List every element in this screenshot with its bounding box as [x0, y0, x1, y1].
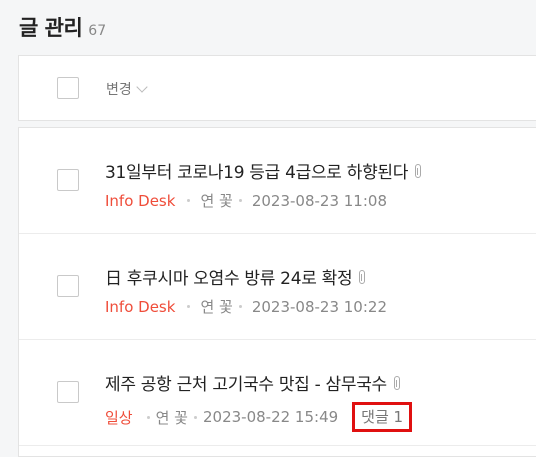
post-title: 日 후쿠시마 오염수 방류 24로 확정 [105, 269, 353, 289]
page-header: 글 관리 67 [19, 12, 106, 42]
separator-dot [146, 415, 150, 419]
post-title-link[interactable]: 日 후쿠시마 오염수 방류 24로 확정 [105, 264, 366, 289]
post-title-link[interactable]: 31일부터 코로나19 등급 4급으로 하향된다 [105, 158, 422, 183]
attachment-icon [393, 375, 400, 390]
post-checkbox[interactable] [57, 169, 79, 191]
post-list: 31일부터 코로나19 등급 4급으로 하향된다 Info Desk 연 꽃 2… [18, 127, 536, 457]
separator-dot [193, 415, 197, 419]
change-dropdown[interactable]: 변경 [106, 79, 148, 99]
page-title: 글 관리 [19, 16, 83, 40]
post-meta: Info Desk 연 꽃 2023-08-23 11:08 [105, 190, 387, 211]
post-count: 67 [88, 23, 107, 39]
attachment-icon [415, 163, 422, 178]
post-item: 日 후쿠시마 오염수 방류 24로 확정 Info Desk 연 꽃 2023-… [19, 234, 536, 340]
toolbar: 변경 [18, 55, 536, 121]
comment-count-link[interactable]: 댓글 1 [352, 402, 413, 432]
post-category[interactable]: Info Desk [105, 298, 175, 316]
post-author: 연 꽃 [155, 408, 188, 427]
attachment-icon [359, 269, 366, 284]
post-meta: Info Desk 연 꽃 2023-08-23 10:22 [105, 296, 387, 317]
post-item: 제주 공항 근처 고기국수 맛집 - 삼무국수 일상 연 꽃 2023-08-2… [19, 340, 536, 446]
post-datetime: 2023-08-23 11:08 [251, 191, 387, 210]
post-checkbox[interactable] [57, 275, 79, 297]
post-title-link[interactable]: 제주 공항 근처 고기국수 맛집 - 삼무국수 [105, 370, 400, 395]
post-author: 연 꽃 [200, 192, 233, 210]
separator-dot [238, 199, 242, 202]
select-all-checkbox[interactable] [57, 77, 79, 99]
separator-dot [187, 199, 191, 202]
chevron-down-icon [136, 81, 148, 93]
post-datetime: 2023-08-23 10:22 [251, 297, 387, 316]
post-title: 31일부터 코로나19 등급 4급으로 하향된다 [105, 163, 409, 183]
post-item: 31일부터 코로나19 등급 4급으로 하향된다 Info Desk 연 꽃 2… [19, 128, 536, 234]
post-title: 제주 공항 근처 고기국수 맛집 - 삼무국수 [105, 375, 387, 395]
post-datetime: 2023-08-22 15:49 [202, 408, 339, 426]
separator-dot [187, 305, 191, 308]
post-meta: 일상 연 꽃 2023-08-22 15:49 댓글 1 [105, 402, 413, 432]
post-category[interactable]: Info Desk [105, 192, 175, 210]
post-checkbox[interactable] [57, 381, 79, 403]
change-label: 변경 [106, 82, 132, 98]
post-category[interactable]: 일상 [105, 407, 133, 428]
separator-dot [238, 305, 242, 308]
post-author: 연 꽃 [200, 298, 233, 316]
